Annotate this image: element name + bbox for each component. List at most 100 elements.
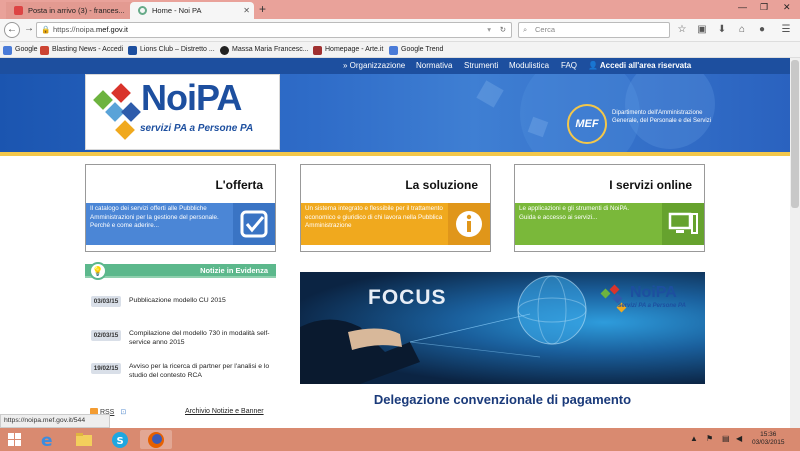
mail-icon — [14, 6, 23, 15]
nav-organizzazione[interactable]: » Organizzazione — [343, 60, 405, 72]
tab-noipa[interactable]: Home - Noi PA ✕ — [130, 2, 254, 19]
url-prefix: https://noipa. — [53, 25, 96, 34]
system-clock[interactable]: 15:36 03/03/2015 — [752, 431, 785, 447]
login-label: Accedi all'area riservata — [599, 61, 692, 70]
close-window-icon[interactable]: ✕ — [783, 2, 791, 13]
page-content: » Organizzazione Normativa Strumenti Mod… — [0, 58, 790, 428]
download-icon[interactable]: ⬇ — [716, 24, 728, 36]
forward-arrow-icon[interactable]: → — [21, 22, 37, 38]
file-explorer-icon[interactable] — [68, 430, 100, 449]
maximize-icon[interactable]: ❐ — [760, 2, 768, 13]
logo-orange-square — [115, 120, 135, 140]
mef-logo[interactable]: MEF — [567, 104, 607, 144]
clock-time: 15:36 — [760, 431, 777, 438]
svg-text:S: S — [117, 436, 124, 447]
card-text: Le applicazioni e gli strumenti di NoiPA… — [519, 205, 630, 221]
news-panel: Notizie in Evidenza 💡 03/03/15 Pubblicaz… — [85, 262, 276, 422]
bookmark-label: Lions Club – Distretto ... — [140, 46, 215, 53]
focus-banner[interactable]: FOCUS NoiPA servizi PA a Persone PA — [300, 272, 705, 384]
internet-explorer-icon[interactable]: e — [32, 430, 64, 451]
tray-arrow-icon[interactable]: ▲ — [690, 434, 698, 443]
home-icon[interactable]: ⌂ — [736, 24, 748, 36]
card-body: Il catalogo dei servizi offerti alle Pub… — [86, 203, 275, 245]
close-tab-icon[interactable]: ✕ — [243, 2, 250, 19]
news-item[interactable]: Compilazione del modello 730 in modalità… — [129, 330, 274, 347]
chat-icon[interactable]: ● — [756, 24, 768, 36]
reload-icon[interactable]: ↻ — [500, 23, 506, 37]
bookmark-blasting[interactable]: Blasting News - Accedi — [40, 44, 123, 56]
bookmark-massa[interactable]: Massa Maria Francesc... — [220, 44, 309, 56]
dropdown-icon[interactable]: ▾ — [487, 23, 491, 37]
card-body: Le applicazioni e gli strumenti di NoiPA… — [515, 203, 704, 245]
nav-label: Organizzazione — [349, 61, 406, 70]
search-input[interactable]: ⌕ Cerca — [518, 22, 670, 38]
status-url: https://noipa.mef.gov.it/544 — [0, 414, 110, 428]
card-offerta[interactable]: L'offerta Il catalogo dei servizi offert… — [85, 164, 276, 252]
tray-flag-icon[interactable]: ⚑ — [706, 434, 713, 443]
minimize-icon[interactable]: — — [738, 2, 747, 12]
login-link[interactable]: 👤 Accedi all'area riservata — [588, 60, 691, 72]
logo-red-square — [111, 83, 131, 103]
loading-icon — [138, 6, 147, 15]
firefox-icon[interactable] — [140, 430, 172, 449]
windows-start-icon[interactable] — [8, 433, 22, 446]
card-soluzione[interactable]: La soluzione Un sistema integrato e fles… — [300, 164, 491, 252]
news-date: 02/03/15 — [91, 330, 121, 341]
banner-decoration — [476, 74, 715, 152]
card-title: I servizi online — [609, 178, 692, 192]
focus-label: FOCUS — [368, 286, 447, 309]
bookmark-label: Blasting News - Accedi — [52, 46, 124, 53]
rss-extra-icon: ⊡ — [120, 409, 127, 416]
computer-icon — [662, 203, 704, 245]
nav-normativa[interactable]: Normativa — [416, 60, 452, 72]
tray-network-icon[interactable]: ▤ — [722, 434, 730, 443]
bookmark-google-trend[interactable]: Google Trend — [389, 44, 443, 56]
news-header-title: Notizie in Evidenza — [200, 266, 268, 275]
tab-mail[interactable]: Posta in arrivo (3) - frances... — [6, 2, 132, 19]
url-domain: mef.gov.it — [95, 25, 128, 34]
bookmark-arte[interactable]: Homepage - Arte.it — [313, 44, 383, 56]
focus-caption[interactable]: Delegazione convenzionale di pagamento — [300, 392, 705, 407]
nav-faq[interactable]: FAQ — [561, 60, 577, 72]
browser-tab-strip: Posta in arrivo (3) - frances... Home - … — [0, 0, 800, 19]
skype-icon[interactable]: S — [104, 430, 136, 449]
news-header: Notizie in Evidenza — [85, 264, 276, 278]
focus-logo-text: NoiPA — [630, 284, 677, 301]
info-icon — [448, 203, 490, 245]
back-arrow-icon[interactable]: ← — [4, 22, 20, 38]
card-body: Un sistema integrato e flessibile per il… — [301, 203, 490, 245]
menu-icon[interactable]: ☰ — [780, 24, 792, 36]
windows-taskbar: e S ▲ ⚑ ▤ ◀ 15:36 03/03/2015 — [0, 428, 800, 451]
site-top-nav: » Organizzazione Normativa Strumenti Mod… — [0, 58, 790, 74]
svg-text:e: e — [41, 431, 53, 449]
address-bar[interactable]: 🔒 https://noipa.mef.gov.it ▾ ↻ — [36, 22, 512, 38]
bookmark-label: Homepage - Arte.it — [325, 46, 384, 53]
card-text: Il catalogo dei servizi offerti alle Pub… — [90, 205, 219, 229]
bookmark-google[interactable]: Google — [3, 44, 38, 56]
scrollbar-thumb[interactable] — [791, 60, 799, 208]
brand-tagline: servizi PA a Persone PA — [140, 123, 254, 134]
banner-stripe — [0, 152, 790, 156]
clock-date: 03/03/2015 — [752, 439, 785, 446]
google-trend-icon — [389, 46, 398, 55]
news-date: 03/03/15 — [91, 296, 121, 307]
card-title: La soluzione — [405, 178, 478, 192]
user-icon: 👤 — [588, 61, 598, 70]
archive-link[interactable]: Archivio Notizie e Banner — [185, 408, 264, 415]
reading-list-icon[interactable]: ▣ — [696, 24, 708, 36]
card-title: L'offerta — [215, 178, 263, 192]
brand-name: NoiPA — [141, 77, 242, 118]
logo-navy-square — [121, 102, 141, 122]
nav-strumenti[interactable]: Strumenti — [464, 60, 498, 72]
new-tab-button[interactable]: + — [259, 2, 266, 16]
bookmark-star-icon[interactable]: ☆ — [676, 24, 688, 36]
mef-department-text: Dipartimento dell'Amministrazione Genera… — [612, 110, 712, 124]
bookmark-lions[interactable]: Lions Club – Distretto ... — [128, 44, 215, 56]
news-item[interactable]: Pubblicazione modello CU 2015 — [129, 297, 274, 306]
tab-noipa-title: Home - Noi PA — [152, 6, 202, 15]
lions-icon — [128, 46, 137, 55]
card-servizi-online[interactable]: I servizi online Le applicazioni e gli s… — [514, 164, 705, 252]
news-item[interactable]: Avviso per la ricerca di partner per l'a… — [129, 363, 274, 380]
tray-volume-icon[interactable]: ◀ — [736, 434, 742, 443]
nav-modulistica[interactable]: Modulistica — [509, 60, 549, 72]
